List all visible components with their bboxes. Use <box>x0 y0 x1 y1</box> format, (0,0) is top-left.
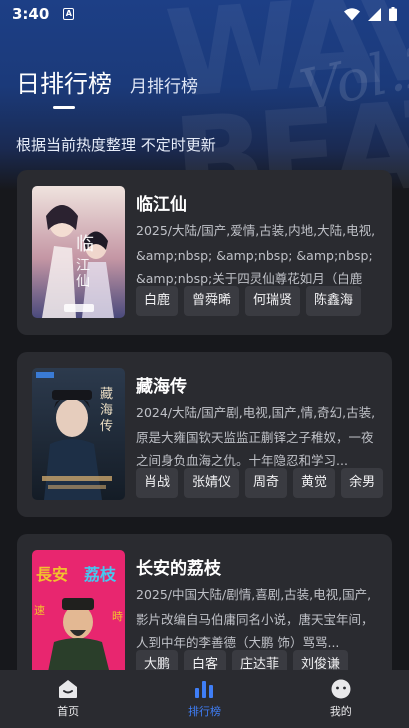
drama-card[interactable]: 藏 海 传 藏海传 2024/大陆/国产剧,电视,国产,情,奇幻,古装, 原是大… <box>17 352 392 517</box>
cast-tag[interactable]: 张婧仪 <box>184 468 240 498</box>
svg-text:传: 传 <box>100 419 113 434</box>
cast-tag[interactable]: 曾舜晞 <box>184 286 240 316</box>
active-tab-indicator <box>53 106 75 109</box>
svg-text:藏: 藏 <box>100 387 113 402</box>
ranking-tabs: 日排行榜 月排行榜 <box>16 64 198 99</box>
cast-tag[interactable]: 周奇 <box>245 468 288 498</box>
home-icon <box>59 680 78 698</box>
drama-card[interactable]: 临 江 仙 临江仙 2025/大陆/国产,爱情,古装,内地,大陆,电视, &am… <box>17 170 392 335</box>
cast-tags: 肖战 张婧仪 周奇 黄觉 余男 <box>136 468 384 498</box>
drama-description: 影片改编自马伯庸同名小说，唐天宝年间，人到中年的李善德（大鹏 饰）骂骂... <box>136 612 374 650</box>
drama-poster: 临 江 仙 <box>32 186 125 318</box>
nav-home[interactable]: 首页 <box>23 679 113 719</box>
nav-profile[interactable]: 我的 <box>296 679 386 719</box>
drama-poster: 藏 海 传 <box>32 368 125 500</box>
drama-meta: 2025/大陆/国产,爱情,古装,内地,大陆,电视, <box>136 223 376 238</box>
drama-description: &amp;nbsp; &amp;nbsp; &amp;nbsp; &amp;nb… <box>136 248 373 286</box>
nav-label: 排行榜 <box>187 705 221 718</box>
cast-tag[interactable]: 白鹿 <box>136 286 179 316</box>
svg-text:時: 時 <box>112 610 123 623</box>
tab-daily-ranking[interactable]: 日排行榜 <box>16 64 112 99</box>
svg-text:荔枝: 荔枝 <box>83 565 117 584</box>
drama-meta: 2025/中国大陆/剧情,喜剧,古装,电视,国产, <box>136 587 372 602</box>
nav-ranking[interactable]: 排行榜 <box>159 679 249 719</box>
cast-tag[interactable]: 肖战 <box>136 468 179 498</box>
svg-text:临: 临 <box>76 234 94 255</box>
svg-text:江: 江 <box>76 258 90 274</box>
cast-tag[interactable]: 黄觉 <box>293 468 336 498</box>
drama-title: 临江仙 <box>136 195 187 215</box>
svg-text:速: 速 <box>34 604 45 617</box>
ranking-subtitle: 根据当前热度整理 不定时更新 <box>16 136 216 154</box>
profile-face-icon <box>331 679 351 699</box>
cast-tags: 白鹿 曾舜晞 何瑞贤 陈鑫海 <box>136 286 362 316</box>
cast-tag[interactable]: 余男 <box>341 468 384 498</box>
drama-title: 长安的荔枝 <box>136 559 221 579</box>
drama-meta: 2024/大陆/国产剧,电视,国产,情,奇幻,古装, <box>136 405 376 420</box>
status-bar: 3:40 A <box>0 0 409 28</box>
wifi-icon <box>344 7 360 20</box>
nav-label: 我的 <box>329 705 352 718</box>
bottom-navigation: 首页 排行榜 我的 <box>0 670 409 728</box>
drama-title: 藏海传 <box>136 377 187 397</box>
tab-monthly-ranking[interactable]: 月排行榜 <box>130 72 198 99</box>
ranking-chart-icon <box>195 681 214 698</box>
status-time: 3:40 <box>12 5 50 23</box>
cast-tag[interactable]: 陈鑫海 <box>306 286 362 316</box>
svg-text:長安: 長安 <box>36 565 68 584</box>
notification-icon: A <box>63 8 75 20</box>
drama-poster: 長安 荔枝 速 時 <box>32 550 125 682</box>
battery-icon <box>389 7 397 21</box>
svg-text:海: 海 <box>100 403 113 418</box>
cast-tag[interactable]: 何瑞贤 <box>245 286 301 316</box>
signal-icon <box>368 7 381 21</box>
drama-description: 原是大雍国钦天监监正蒯铎之子稚奴，一夜之间身负血海之仇。十年隐忍和学习... <box>136 430 374 468</box>
nav-label: 首页 <box>57 705 80 718</box>
svg-text:仙: 仙 <box>76 274 90 290</box>
